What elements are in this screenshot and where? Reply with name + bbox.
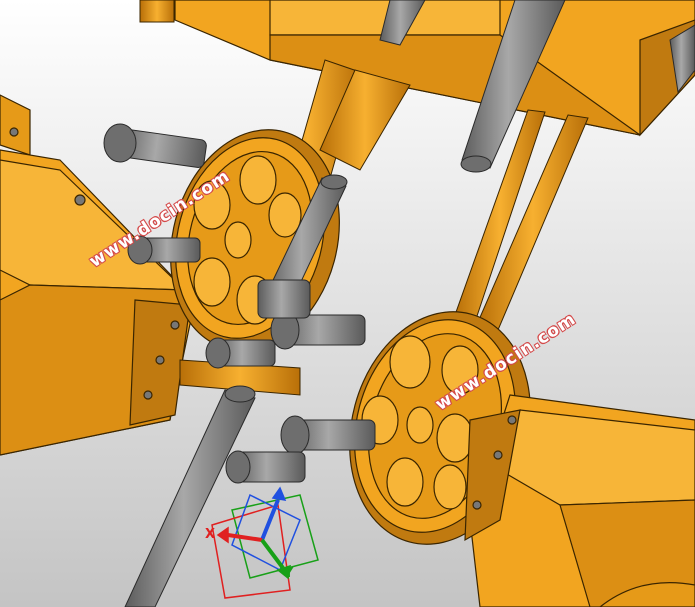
y-axis-label: Y — [284, 566, 294, 581]
right-housing-block[interactable] — [464, 394, 695, 607]
x-axis-label: X — [205, 527, 216, 542]
assembly-model[interactable] — [0, 0, 695, 607]
cad-3d-viewport[interactable]: www.docin.com www.docin.com X Y — [0, 0, 695, 607]
top-left-rod — [139, 0, 175, 23]
